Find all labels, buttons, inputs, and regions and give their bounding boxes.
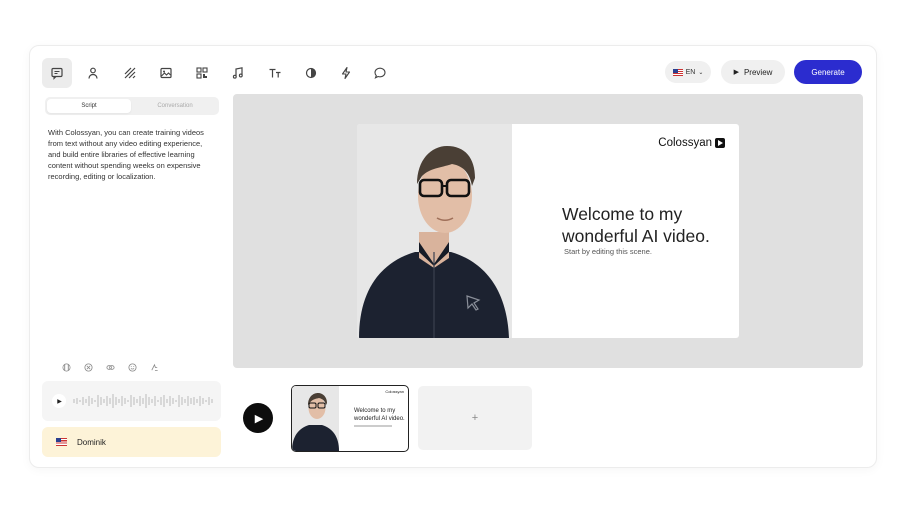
play-button[interactable]: ▶ — [243, 403, 273, 433]
audio-preview: ▶ — [42, 381, 221, 421]
tab-script[interactable]: Script — [47, 99, 131, 113]
slide-title[interactable]: Welcome to my wonderful AI video. — [562, 203, 737, 247]
script-actions — [61, 362, 159, 372]
music-tool-icon — [232, 67, 243, 79]
play-icon: ▶ — [57, 398, 62, 405]
chevron-down-icon: ⌄ — [698, 69, 704, 76]
thumbnail-presenter — [292, 386, 339, 451]
qr-code-tool-button[interactable] — [187, 58, 217, 88]
brand-logo: Colossyan — [658, 137, 725, 149]
scene-thumbnail[interactable]: Colossyan Welcome to my wonderful AI vid… — [291, 385, 409, 452]
thumbnail-title: Welcome to my wonderful AI video. — [354, 408, 405, 422]
voice-name: Dominik — [77, 437, 106, 447]
voice-selector[interactable]: Dominik — [42, 427, 221, 457]
language-selector[interactable]: EN ⌄ — [665, 61, 711, 83]
avatar-tool-icon — [88, 67, 98, 79]
preview-label: Preview — [743, 67, 773, 77]
generate-button[interactable]: Generate — [794, 60, 862, 84]
script-tabs: Script Conversation — [45, 97, 219, 115]
music-tool-button[interactable] — [223, 58, 253, 88]
text-tool-icon — [269, 68, 281, 78]
shape-tool-icon — [305, 67, 317, 79]
avatar-presenter[interactable] — [357, 124, 512, 338]
add-scene-button[interactable]: + — [418, 386, 532, 450]
thumbnail-subtitle-line — [354, 425, 392, 427]
slide-subtitle[interactable]: Start by editing this scene. — [564, 247, 652, 256]
text-tool-button[interactable] — [260, 58, 290, 88]
shape-tool-button[interactable] — [296, 58, 326, 88]
thumbnail-logo: Colossyan — [385, 389, 404, 394]
avatar-tool-button[interactable] — [78, 58, 108, 88]
pronunciation-icon[interactable] — [149, 362, 159, 372]
language-label: EN — [685, 68, 696, 76]
slide-preview[interactable]: Colossyan Welcome to my wonderful AI vid… — [357, 124, 739, 338]
background-tool-icon — [124, 67, 136, 79]
us-flag-icon — [672, 68, 683, 76]
media-tool-button[interactable] — [151, 58, 181, 88]
pause-marker-icon[interactable] — [61, 362, 71, 372]
play-icon: ▶ — [733, 69, 739, 76]
media-tool-icon — [160, 67, 172, 79]
link-icon[interactable] — [105, 362, 115, 372]
animation-tool-icon — [341, 66, 351, 80]
tab-conversation[interactable]: Conversation — [133, 99, 217, 113]
qr-code-tool-icon — [196, 67, 208, 79]
presenter-illustration — [357, 124, 512, 338]
waveform — [73, 394, 213, 408]
emoji-icon[interactable] — [127, 362, 137, 372]
script-text-area[interactable]: With Colossyan, you can create training … — [48, 127, 216, 182]
us-flag-icon — [56, 438, 67, 446]
preview-button[interactable]: ▶ Preview — [721, 60, 785, 84]
background-tool-button[interactable] — [115, 58, 145, 88]
logo-mark-icon — [715, 138, 725, 148]
animation-tool-button[interactable] — [331, 58, 361, 88]
script-tool-icon — [51, 67, 63, 80]
app-window: EN ⌄ ▶ Preview Generate Script Conversat… — [29, 45, 877, 468]
play-icon: ▶ — [254, 412, 264, 425]
comment-tool-icon — [374, 67, 386, 79]
logo-text: Colossyan — [658, 137, 712, 149]
scene-canvas: Colossyan Welcome to my wonderful AI vid… — [233, 94, 863, 368]
comment-tool-button[interactable] — [365, 58, 395, 88]
audio-play-button[interactable]: ▶ — [52, 394, 66, 408]
clear-icon[interactable] — [83, 362, 93, 372]
script-tool-button[interactable] — [42, 58, 72, 88]
